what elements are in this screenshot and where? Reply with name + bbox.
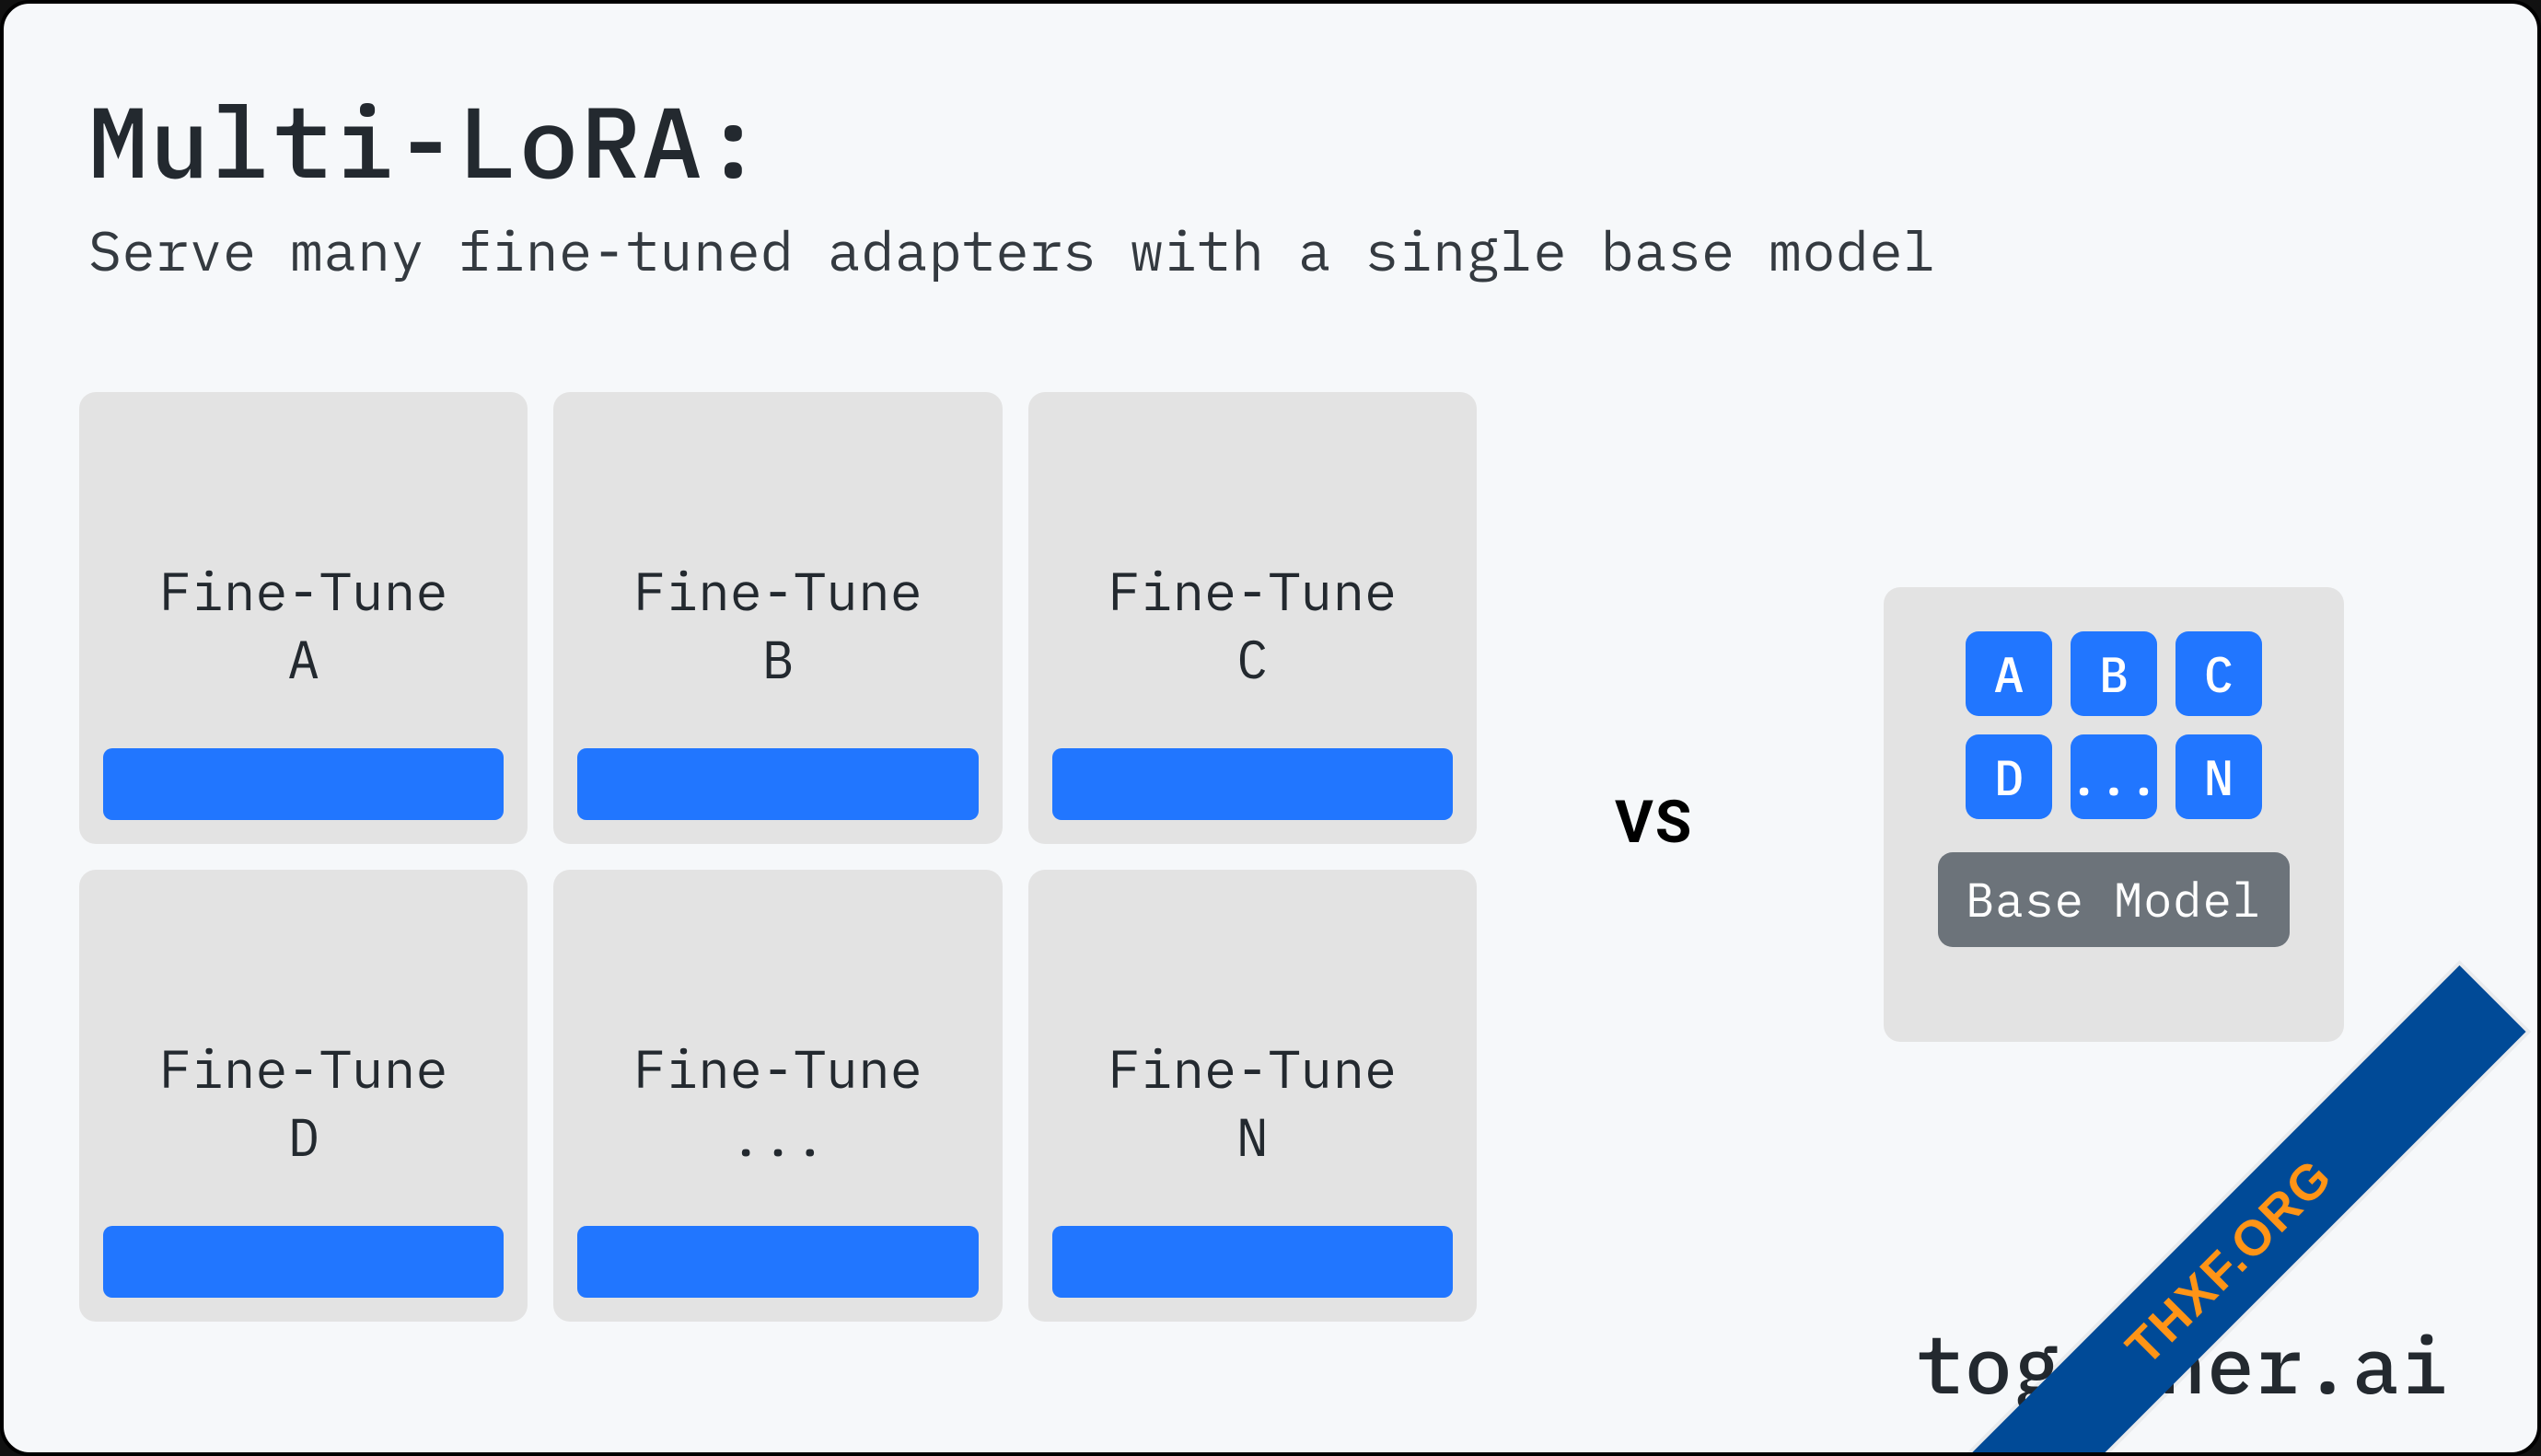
finetune-card: Fine-Tune D	[79, 870, 528, 1322]
multilora-card: A B C D ... N Base Model	[1884, 587, 2344, 1042]
finetune-card-bar	[577, 748, 978, 820]
finetune-card: Fine-Tune ...	[553, 870, 1002, 1322]
adapter-chip: C	[2176, 631, 2262, 716]
adapter-chip-grid: A B C D ... N	[1966, 631, 2262, 819]
finetune-card-label: Fine-Tune ...	[633, 1034, 922, 1171]
adapter-chip: N	[2176, 734, 2262, 819]
finetune-card-bar	[103, 1226, 504, 1298]
logo-dot: .	[2303, 1312, 2352, 1416]
diagram-canvas: Multi-LoRA: Serve many fine-tuned adapte…	[0, 0, 2541, 1456]
vs-label: VS	[1615, 788, 1693, 857]
adapter-chip: ...	[2071, 734, 2157, 819]
logo-suffix: ai	[2352, 1312, 2449, 1416]
adapter-chip: A	[1966, 631, 2052, 716]
finetune-card-bar	[577, 1226, 978, 1298]
finetune-card-label: Fine-Tune B	[633, 557, 922, 693]
finetune-card-bar	[1052, 748, 1453, 820]
finetune-card: Fine-Tune B	[553, 392, 1002, 844]
finetune-card: Fine-Tune A	[79, 392, 528, 844]
finetune-card: Fine-Tune N	[1028, 870, 1477, 1322]
finetune-card-label: Fine-Tune N	[1108, 1034, 1397, 1171]
title: Multi-LoRA:	[88, 87, 765, 196]
finetune-grid: Fine-Tune A Fine-Tune B Fine-Tune C Fine…	[79, 392, 1477, 1322]
subtitle: Serve many fine-tuned adapters with a si…	[88, 214, 1937, 286]
finetune-card-label: Fine-Tune C	[1108, 557, 1397, 693]
finetune-card-label: Fine-Tune D	[159, 1034, 447, 1171]
finetune-card-bar	[1052, 1226, 1453, 1298]
adapter-chip: D	[1966, 734, 2052, 819]
adapter-chip: B	[2071, 631, 2157, 716]
finetune-card: Fine-Tune C	[1028, 392, 1477, 844]
finetune-card-label: Fine-Tune A	[159, 557, 447, 693]
finetune-card-bar	[103, 748, 504, 820]
base-model-chip: Base Model	[1938, 852, 2290, 947]
